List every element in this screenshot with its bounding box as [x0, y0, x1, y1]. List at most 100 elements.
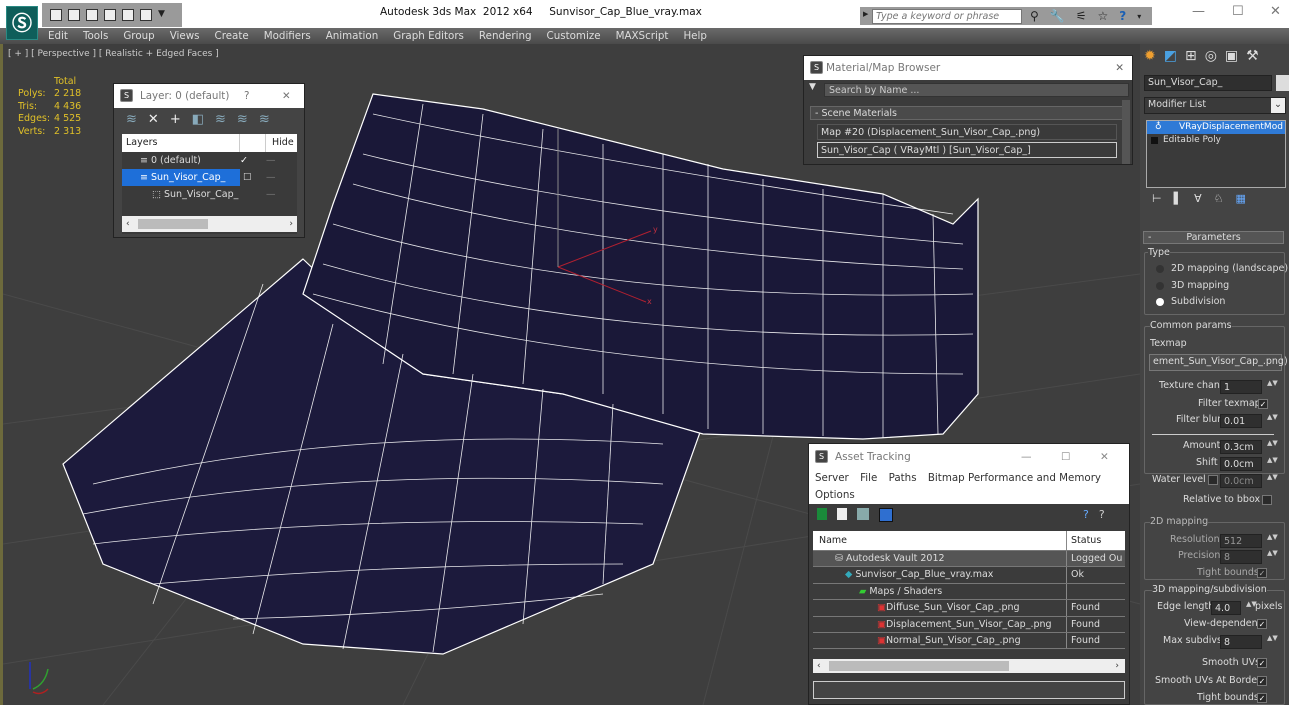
menu-modifiers[interactable]: Modifiers — [264, 28, 311, 44]
spinner-icon[interactable]: ▲▼ — [1267, 440, 1278, 454]
table-row[interactable]: ▣Diffuse_Sun_Visor_Cap_.png Found — [813, 600, 1125, 617]
spinner-icon[interactable]: ▲▼ — [1267, 550, 1278, 564]
spinner-icon[interactable]: ▲▼ — [1267, 635, 1278, 649]
spinner-icon[interactable]: ▲▼ — [1267, 457, 1278, 471]
spinner-icon[interactable]: ▲▼ — [1267, 414, 1278, 428]
asset-path-field[interactable] — [813, 681, 1125, 699]
maximize-button[interactable]: ☐ — [1061, 444, 1070, 470]
relative-bbox-checkbox[interactable] — [1262, 495, 1272, 505]
scroll-left-icon[interactable]: ‹ — [813, 661, 821, 671]
table-row[interactable]: ▣Displacement_Sun_Visor_Cap_.png Found — [813, 616, 1125, 633]
vertical-scrollbar[interactable] — [1122, 100, 1130, 164]
select-objects-icon[interactable]: ◧ — [192, 112, 204, 127]
texmap-button[interactable]: ement_Sun_Visor_Cap_.png) — [1149, 354, 1288, 371]
table-view-icon[interactable] — [879, 508, 893, 522]
table-row[interactable]: ◆ Sunvisor_Cap_Blue_vray.max Ok — [813, 567, 1125, 584]
spinner-icon[interactable]: ▲▼ — [1267, 534, 1278, 548]
project-icon[interactable] — [104, 9, 116, 21]
menu-views[interactable]: Views — [170, 28, 200, 44]
star-icon[interactable]: ☆ — [1098, 9, 1109, 23]
menu-help[interactable]: Help — [683, 28, 706, 44]
filter-texmap-checkbox[interactable]: ✓ — [1258, 399, 1268, 409]
scroll-right-icon[interactable]: › — [289, 216, 293, 232]
new-layer-icon[interactable]: ≋ — [126, 112, 137, 127]
parameters-rollout[interactable]: - Parameters — [1143, 231, 1284, 244]
minimize-button[interactable]: — — [1192, 4, 1205, 19]
table-row[interactable]: ⛁ Autodesk Vault 2012 Logged Ou — [813, 551, 1125, 568]
maximize-button[interactable]: ☐ — [1232, 4, 1244, 19]
wrench-icon[interactable]: 🔧 — [1050, 9, 1065, 23]
pin-stack-icon[interactable]: ⊢ — [1152, 192, 1162, 205]
column-layers[interactable]: Layers — [122, 134, 240, 152]
scene-materials-group[interactable]: - Scene Materials — [810, 106, 1126, 120]
close-button[interactable]: ✕ — [1115, 56, 1124, 80]
viewport-label[interactable]: [ + ] [ Perspective ] [ Realistic + Edge… — [8, 49, 219, 59]
material-search-input[interactable]: Search by Name ... — [824, 83, 1129, 97]
satellite-icon[interactable]: ⚟ — [1076, 9, 1087, 23]
menu-customize[interactable]: Customize — [547, 28, 601, 44]
tight-bounds-2d-checkbox[interactable]: ✓ — [1257, 568, 1267, 578]
highlight-layer-icon[interactable]: ≋ — [237, 112, 248, 127]
undo-icon[interactable] — [86, 9, 98, 21]
stack-item-vray-displacement[interactable]: ♁ VRayDisplacementMod — [1147, 121, 1285, 134]
display-tab-icon[interactable]: ▣ — [1225, 48, 1238, 70]
horizontal-scrollbar[interactable]: ‹ › — [122, 216, 297, 232]
current-layer-check[interactable]: ☐ — [240, 169, 266, 186]
menu-group[interactable]: Group — [123, 28, 154, 44]
close-button[interactable]: ✕ — [282, 84, 291, 108]
expand-icon[interactable] — [1151, 137, 1158, 144]
layer-dialog-titlebar[interactable]: S Layer: 0 (default) ? ✕ — [114, 84, 304, 108]
menu-animation[interactable]: Animation — [326, 28, 379, 44]
material-item[interactable]: Sun_Visor_Cap ( VRayMtl ) [Sun_Visor_Cap… — [817, 142, 1117, 158]
menu-graph-editors[interactable]: Graph Editors — [393, 28, 464, 44]
motion-tab-icon[interactable]: ◎ — [1205, 48, 1217, 70]
add-to-layer-icon[interactable]: + — [170, 112, 181, 127]
radio-subdivision[interactable] — [1156, 298, 1164, 306]
menu-edit[interactable]: Edit — [48, 28, 68, 44]
layer-row[interactable]: ⬚ Sun_Visor_Cap_ — — [122, 186, 297, 203]
table-row[interactable]: ▣Normal_Sun_Visor_Cap_.png Found — [813, 632, 1125, 650]
hierarchy-tab-icon[interactable]: ⊞ — [1185, 48, 1197, 70]
current-layer-check[interactable]: ✓ — [240, 152, 266, 169]
close-button[interactable]: ✕ — [1100, 444, 1109, 470]
menu-rendering[interactable]: Rendering — [479, 28, 532, 44]
filter-blur-input[interactable]: 0.01 — [1220, 414, 1262, 428]
object-color-swatch[interactable] — [1276, 75, 1289, 91]
menu-server[interactable]: Server — [815, 472, 849, 484]
options-menu-icon[interactable]: ▼ — [809, 82, 816, 92]
spinner-icon[interactable]: ▲▼ — [1267, 474, 1278, 488]
scroll-thumb[interactable] — [829, 661, 1009, 671]
remove-modifier-icon[interactable]: ♘ — [1214, 192, 1224, 205]
hide-toggle[interactable]: — — [266, 152, 276, 169]
help-dropdown-icon[interactable]: ▾ — [1137, 12, 1141, 21]
water-level-input[interactable]: 0.0cm — [1220, 474, 1262, 488]
make-unique-icon[interactable]: ∀ — [1194, 192, 1202, 205]
resolution-input[interactable]: 512 — [1220, 534, 1262, 548]
scroll-left-icon[interactable]: ‹ — [122, 219, 130, 229]
menu-bitmap-performance[interactable]: Bitmap Performance and Memory — [928, 472, 1101, 484]
close-button[interactable]: ✕ — [1270, 4, 1281, 19]
save-icon[interactable] — [68, 9, 80, 21]
app-menu-button[interactable]: Ⓢ — [6, 6, 38, 40]
help-icon[interactable]: ? — [1083, 508, 1089, 526]
new-icon[interactable] — [122, 9, 134, 21]
menu-create[interactable]: Create — [215, 28, 249, 44]
shift-input[interactable]: 0.0cm — [1220, 457, 1262, 471]
stack-item-editable-poly[interactable]: Editable Poly — [1147, 134, 1285, 147]
asset-tracking-titlebar[interactable]: S Asset Tracking — ☐ ✕ — [809, 444, 1129, 470]
texture-chan-input[interactable]: 1 — [1220, 380, 1262, 394]
menu-tools[interactable]: Tools — [83, 28, 108, 44]
tight-bounds-3d-checkbox[interactable]: ✓ — [1257, 693, 1267, 703]
hide-toggle[interactable]: — — [266, 186, 276, 203]
context-help-icon[interactable]: ? — [1099, 508, 1105, 526]
spinner-icon[interactable]: ▲▼ — [1246, 601, 1257, 615]
column-name[interactable]: Name — [813, 531, 1067, 550]
menu-file[interactable]: File — [860, 472, 877, 484]
edge-length-input[interactable]: 4.0 — [1211, 601, 1241, 615]
keyword-search-input[interactable] — [872, 9, 1022, 24]
help-icon[interactable]: ? — [1119, 9, 1126, 23]
column-status[interactable]: Status — [1067, 531, 1101, 550]
show-end-result-icon[interactable]: ▌ — [1174, 192, 1182, 205]
table-row[interactable]: ▰ Maps / Shaders — [813, 583, 1125, 601]
view-dependent-checkbox[interactable]: ✓ — [1257, 619, 1267, 629]
